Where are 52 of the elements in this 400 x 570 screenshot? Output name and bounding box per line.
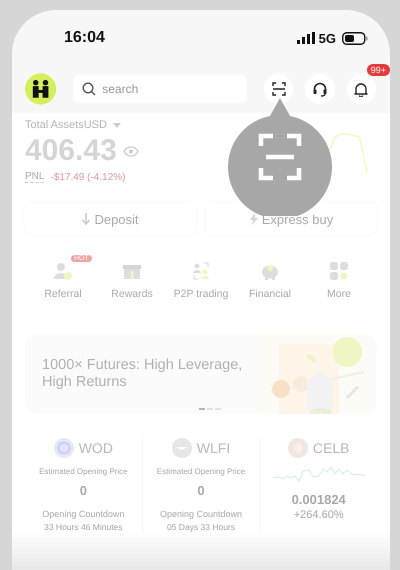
eye-icon[interactable] (122, 146, 139, 156)
grid-icon (329, 261, 349, 281)
status-time: 16:04 (64, 29, 105, 47)
pnl-label: PNL (25, 171, 44, 183)
shortcut-label: P2P trading (174, 288, 228, 300)
person-plus-icon (53, 261, 73, 281)
battery-icon (342, 32, 368, 44)
signal-icon (296, 32, 315, 44)
shortcut-label: Referral (44, 288, 82, 300)
pnl-value: -$17.49 (-4.12%) (50, 172, 126, 182)
shortcut-label: Rewards (111, 288, 153, 300)
assets-label: Total AssetsUSD (25, 119, 107, 131)
network-label: 5G (318, 30, 336, 46)
logo-icon[interactable] (25, 73, 56, 105)
countdown-label: Opening Countdown (160, 509, 242, 519)
coin-symbol: CELB (312, 440, 350, 456)
shortcut-item[interactable]: Financial (236, 255, 304, 300)
coin-symbol: WLFI (196, 440, 230, 456)
dropdown-icon[interactable] (112, 122, 121, 128)
coin-logo-icon (54, 438, 74, 458)
lightning-icon (250, 213, 258, 225)
banner-title: 1000× Futures: High Leverage, High Returns (42, 357, 244, 391)
arrow-down-icon (82, 213, 90, 225)
price-change: +264.60% (294, 509, 344, 521)
headset-icon (312, 81, 328, 97)
coin-price: 0 (80, 483, 87, 498)
scan-button[interactable] (264, 74, 294, 104)
coin-logo-icon (288, 438, 308, 458)
coin-price: 0.001824 (292, 492, 346, 507)
countdown-value: 05 Days 33 Hours (166, 522, 236, 532)
bell-icon (354, 82, 368, 96)
shortcut-label: Financial (248, 288, 292, 300)
shortcut-item[interactable]: Rewards (98, 255, 166, 300)
coin-logo-icon (172, 438, 192, 458)
notification-button[interactable] (346, 74, 376, 104)
price-caption: Estimated Opening Price (39, 467, 128, 476)
search-field[interactable]: search (73, 75, 248, 103)
price-caption: Estimated Opening Price (156, 467, 246, 476)
people-exchange-icon (191, 261, 211, 281)
support-button[interactable] (305, 74, 335, 104)
scan-icon (272, 82, 286, 96)
page-indicator[interactable] (199, 408, 205, 410)
shortcut-item[interactable]: P2P trading (167, 255, 235, 300)
shortcut-label: More (327, 288, 351, 300)
countdown-value: 33 Hours 46 Minutes (44, 522, 123, 532)
coin-symbol: WOD (78, 440, 113, 456)
deposit-button[interactable]: Deposit (25, 203, 196, 235)
notification-badge: 99+ (366, 64, 390, 76)
banner-card[interactable]: 1000× Futures: High Leverage, High Returns (25, 334, 377, 414)
shortcut-item[interactable]: More (305, 255, 373, 300)
countdown-label: Opening Countdown (42, 509, 124, 519)
coin-price: 0 (197, 483, 205, 498)
